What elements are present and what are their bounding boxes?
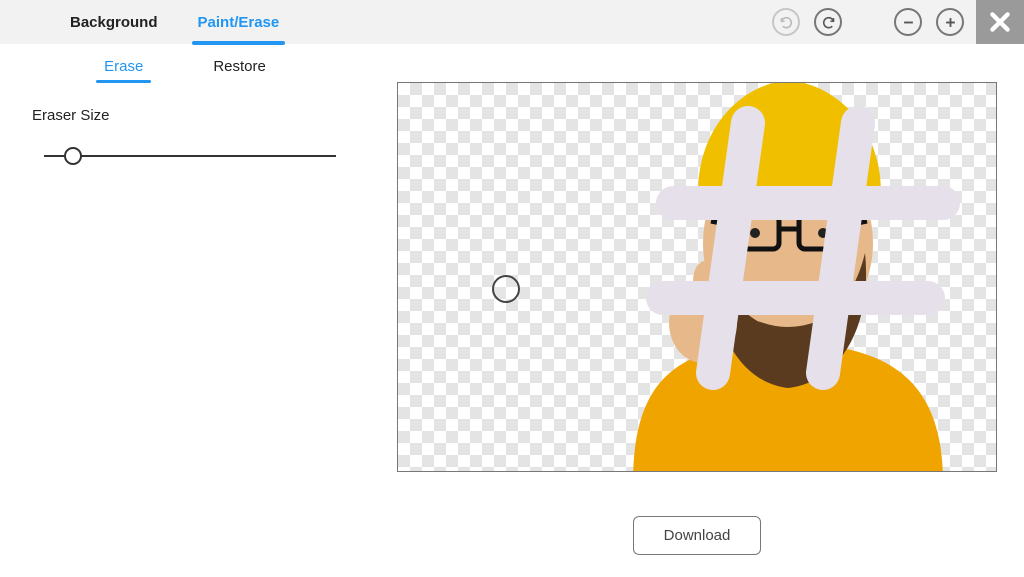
redo-icon — [821, 15, 836, 30]
slider-track — [44, 155, 336, 157]
subtab-erase[interactable]: Erase — [104, 58, 143, 81]
zoom-in-button[interactable] — [936, 8, 964, 36]
main-tabs: Background Paint/Erase — [70, 0, 279, 44]
eraser-cursor-icon — [492, 275, 520, 303]
eraser-size-label: Eraser Size — [32, 107, 348, 124]
zoom-out-button[interactable] — [894, 8, 922, 36]
tab-background[interactable]: Background — [70, 0, 158, 44]
redo-button[interactable] — [814, 8, 842, 36]
subtabs: Erase Restore — [22, 58, 348, 81]
eraser-size-slider[interactable] — [44, 146, 336, 166]
close-button[interactable] — [976, 0, 1024, 44]
slider-thumb[interactable] — [64, 147, 82, 165]
undo-button[interactable] — [772, 8, 800, 36]
tab-paint-erase[interactable]: Paint/Erase — [198, 0, 280, 44]
undo-icon — [779, 15, 794, 30]
canvas-frame[interactable] — [397, 82, 997, 472]
minus-icon — [901, 15, 916, 30]
subject-image — [573, 82, 993, 472]
subtab-restore[interactable]: Restore — [213, 58, 266, 81]
download-button[interactable]: Download — [633, 516, 762, 555]
sidebar: Erase Restore Eraser Size — [0, 44, 370, 577]
content: Erase Restore Eraser Size — [0, 44, 1024, 577]
topbar-actions — [772, 0, 964, 44]
canvas-area: Download — [370, 44, 1024, 577]
plus-icon — [943, 15, 958, 30]
topbar: Background Paint/Erase — [0, 0, 1024, 44]
download-row: Download — [397, 516, 997, 555]
close-icon — [987, 9, 1013, 35]
